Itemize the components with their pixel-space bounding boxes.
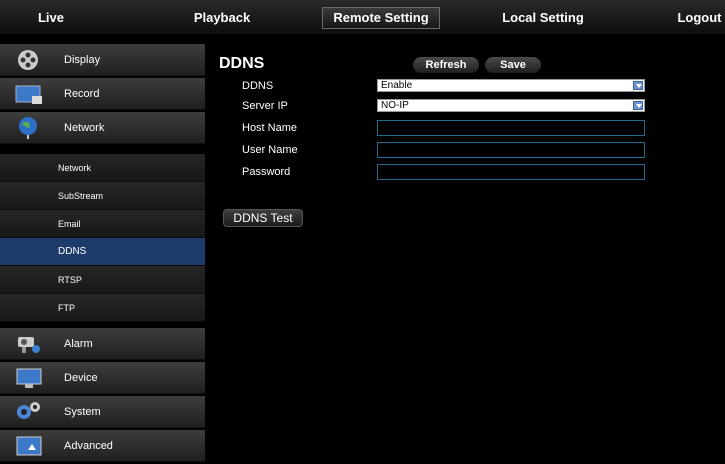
- save-button[interactable]: Save: [485, 57, 541, 73]
- tab-local-setting[interactable]: Local Setting: [488, 7, 598, 29]
- sidebar-subitem-label: Email: [58, 219, 81, 229]
- ddns-label: DDNS: [242, 80, 274, 92]
- device-monitor-icon: [16, 368, 42, 388]
- sidebar-subitem-label: SubStream: [58, 191, 104, 201]
- alarm-camera-icon: [18, 337, 40, 353]
- sidebar-subitem-ddns[interactable]: DDNS: [0, 238, 205, 266]
- sidebar-item-advanced[interactable]: Advanced: [0, 430, 205, 462]
- sidebar-item-label: Display: [64, 54, 101, 66]
- tab-live[interactable]: Live: [16, 7, 86, 29]
- refresh-button[interactable]: Refresh: [413, 57, 479, 73]
- sidebar-subitem-label: DDNS: [58, 246, 87, 257]
- sidebar-item-display[interactable]: Display: [0, 44, 205, 76]
- server-ip-label: Server IP: [242, 100, 288, 112]
- page-title: DDNS: [219, 55, 265, 72]
- sidebar-item-label: Advanced: [64, 440, 113, 452]
- globe-icon: [19, 117, 37, 139]
- host-name-label: Host Name: [242, 122, 298, 134]
- sidebar-item-device[interactable]: Device: [0, 362, 205, 394]
- top-navigation: Live Playback Remote Setting Local Setti…: [0, 0, 725, 34]
- ddns-select[interactable]: Enable: [377, 79, 645, 92]
- ddns-select-value: Enable: [381, 80, 413, 91]
- sidebar-item-network[interactable]: Network: [0, 112, 205, 144]
- chevron-down-icon[interactable]: [633, 81, 643, 90]
- sidebar-subitem-label: Network: [58, 163, 92, 173]
- password-input[interactable]: [377, 164, 645, 180]
- tab-remote-setting[interactable]: Remote Setting: [322, 7, 440, 29]
- sidebar-item-label: Device: [64, 372, 98, 384]
- sidebar-subitem-label: RTSP: [58, 275, 82, 285]
- main-panel: DDNS Refresh Save DDNS Enable Server IP …: [205, 44, 725, 464]
- user-name-input[interactable]: [377, 142, 645, 158]
- host-name-input[interactable]: [377, 120, 645, 136]
- film-reel-icon: [18, 50, 38, 70]
- server-ip-select[interactable]: NO-IP: [377, 99, 645, 112]
- record-monitor-icon: [15, 85, 42, 104]
- gears-icon: [17, 402, 40, 419]
- ddns-test-button[interactable]: DDNS Test: [223, 209, 303, 227]
- sidebar-subitem-ftp[interactable]: FTP: [0, 294, 205, 322]
- user-name-label: User Name: [242, 144, 298, 156]
- sidebar-item-label: Alarm: [64, 338, 93, 350]
- sidebar-item-system[interactable]: System: [0, 396, 205, 428]
- advanced-monitor-icon: [16, 436, 42, 456]
- sidebar-subitem-substream[interactable]: SubStream: [0, 182, 205, 210]
- sidebar-item-record[interactable]: Record: [0, 78, 205, 110]
- sidebar-subitem-rtsp[interactable]: RTSP: [0, 266, 205, 294]
- chevron-down-icon[interactable]: [633, 101, 643, 110]
- tab-logout[interactable]: Logout: [674, 7, 725, 29]
- sidebar: Display Record Network Network SubStream…: [0, 44, 205, 464]
- server-ip-select-value: NO-IP: [381, 100, 409, 111]
- sidebar-item-alarm[interactable]: Alarm: [0, 328, 205, 360]
- sidebar-item-label: Network: [64, 122, 105, 134]
- sidebar-subitem-network[interactable]: Network: [0, 154, 205, 182]
- tab-playback[interactable]: Playback: [182, 7, 262, 29]
- sidebar-item-label: Record: [64, 88, 100, 100]
- sidebar-subitem-email[interactable]: Email: [0, 210, 205, 238]
- sidebar-item-label: System: [64, 406, 101, 418]
- sidebar-subitem-label: FTP: [58, 303, 75, 313]
- password-label: Password: [242, 166, 291, 178]
